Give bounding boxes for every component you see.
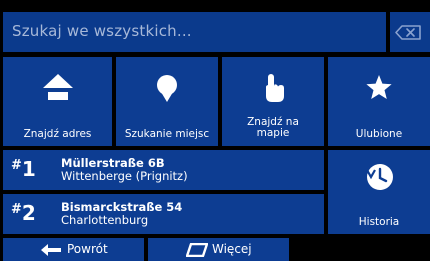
clear-search-button[interactable] [390,12,430,52]
recent-item-street: Müllerstraße 6B [61,156,165,170]
place-search-button[interactable]: Szukanie miejsc [116,57,218,146]
search-menu-screen: Szukaj we wszystkich... Znajdź adres Szu… [0,0,430,261]
back-button[interactable]: Powrót [3,238,144,261]
star-icon [366,75,392,99]
find-address-button[interactable]: Znajdź adres [3,57,112,146]
find-on-map-label-line2: mapie [256,127,290,139]
more-label: Więcej [212,242,252,256]
recent-item-city: Charlottenburg [61,213,149,227]
hand-pointer-icon [266,74,284,102]
back-label: Powrót [67,242,108,256]
recent-item-1[interactable]: #1 Müllerstraße 6B Wittenberge (Prignitz… [3,150,324,190]
place-pin-icon [157,75,177,102]
more-button[interactable]: Więcej [148,238,289,261]
recent-item-city: Wittenberge (Prignitz) [61,169,188,183]
favorites-button[interactable]: Ulubione [328,57,430,146]
find-on-map-button[interactable]: Znajdź na mapie [222,57,324,146]
find-address-label: Znajdź adres [23,128,92,140]
recent-item-2[interactable]: #2 Bismarckstraße 54 Charlottenburg [3,194,324,234]
backspace-icon [395,25,421,40]
favorites-label: Ulubione [355,128,403,140]
recent-item-number: #2 [11,201,36,225]
place-search-label: Szukanie miejsc [124,128,210,140]
recent-item-street: Bismarckstraße 54 [61,200,183,214]
recent-item-number: #1 [11,157,36,181]
arrow-left-icon [41,244,61,256]
search-placeholder: Szukaj we wszystkich... [12,22,192,40]
history-clock-icon [366,164,393,190]
home-icon [42,74,73,100]
search-input[interactable]: Szukaj we wszystkich... [3,12,386,52]
more-icon [186,243,208,257]
history-button[interactable]: Historia [328,150,430,234]
history-label: Historia [358,216,400,228]
